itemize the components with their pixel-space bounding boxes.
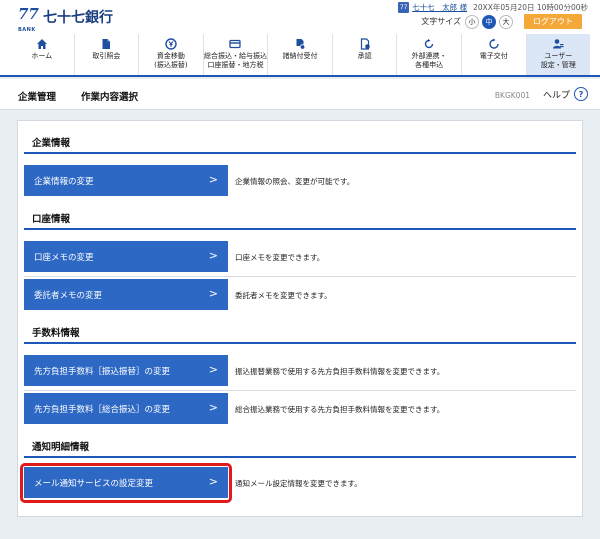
nav-transfer[interactable]: 資金移動 (振込振替) xyxy=(139,34,204,75)
action-description: 振込振替業務で使用する先方負担手数料情報を変更できます。 xyxy=(235,367,445,376)
font-size-small-button[interactable]: 小 xyxy=(465,14,479,29)
logout-button[interactable]: ログアウト xyxy=(524,14,582,29)
row-divider xyxy=(24,390,576,391)
top-header: 77 BANK 七十七銀行 77 七十七 太郎 様 20XX年05月20日 10… xyxy=(0,0,600,34)
help-link[interactable]: ヘルプ ? xyxy=(543,87,588,101)
change-company-info-button[interactable]: 企業情報の変更 > xyxy=(24,165,228,196)
help-label: ヘルプ xyxy=(542,90,570,101)
font-size-large-button[interactable]: 大 xyxy=(499,14,513,29)
card-icon xyxy=(228,37,242,50)
user-icon: 77 xyxy=(398,2,410,13)
section-title-fees: 手数料情報 xyxy=(32,328,80,339)
screen-id: BKGK001 xyxy=(494,91,530,100)
nav-payment[interactable]: 諸納付受付 xyxy=(268,34,333,75)
bank-name: 七十七銀行 xyxy=(43,10,113,26)
font-size-label: 文字サイズ xyxy=(421,17,461,26)
global-nav: ホーム 取引照会 資金移動 (振込振替) 総合振込・給与振込 口座振替・地方税 … xyxy=(0,34,600,77)
chevron-right-icon: > xyxy=(208,173,218,186)
approval-icon xyxy=(358,37,372,50)
user-info: 77 七十七 太郎 様 20XX年05月20日 10時00分00秒 xyxy=(398,2,588,13)
user-settings-icon xyxy=(551,37,565,50)
nav-external[interactable]: 外部連携・ 各種申込 xyxy=(397,34,462,75)
section-rule xyxy=(24,342,576,344)
nav-home[interactable]: ホーム xyxy=(10,34,75,75)
chevron-right-icon: > xyxy=(208,249,218,262)
section-title-company: 企業情報 xyxy=(32,138,71,149)
home-icon xyxy=(35,37,49,50)
action-description: 総合振込業務で使用する先方負担手数料情報を変更できます。 xyxy=(235,405,445,414)
change-consignor-memo-button[interactable]: 委託者メモの変更 > xyxy=(24,279,228,310)
nav-e-delivery[interactable]: 電子交付 xyxy=(462,34,527,75)
page-title: 作業内容選択 xyxy=(81,92,139,103)
row-divider xyxy=(24,276,576,277)
link-icon xyxy=(422,37,436,50)
change-account-memo-button[interactable]: 口座メモの変更 > xyxy=(24,241,228,272)
action-description: 口座メモを変更できます。 xyxy=(235,253,325,262)
highlight-frame xyxy=(20,463,232,503)
chevron-right-icon: > xyxy=(208,401,218,414)
refresh-icon xyxy=(487,37,501,50)
chevron-right-icon: > xyxy=(208,287,218,300)
font-size-control: 文字サイズ 小 中 大 ログアウト xyxy=(421,14,582,29)
action-description: 委託者メモを変更できます。 xyxy=(235,291,332,300)
page-title-bar: 企業管理 作業内容選択 BKGK001 ヘルプ ? xyxy=(0,79,600,110)
nav-user-settings[interactable]: ユーザー 設定・管理 xyxy=(526,34,591,75)
change-fee-transfer-button[interactable]: 先方負担手数料［振込振替］の変更 > xyxy=(24,355,228,386)
logo-mark: 77 BANK xyxy=(18,5,39,34)
section-title-notification: 通知明細情報 xyxy=(32,442,90,453)
help-icon: ? xyxy=(574,87,588,101)
bank-logo[interactable]: 77 BANK 七十七銀行 xyxy=(18,5,113,34)
action-description: 通知メール設定情報を変更できます。 xyxy=(235,479,362,488)
yen-transfer-icon xyxy=(164,37,178,50)
font-size-medium-button[interactable]: 中 xyxy=(482,14,496,29)
nav-approval[interactable]: 承認 xyxy=(333,34,398,75)
change-fee-bulk-transfer-button[interactable]: 先方負担手数料［総合振込］の変更 > xyxy=(24,393,228,424)
last-login-time: 20XX年05月20日 10時00分00秒 xyxy=(473,3,588,12)
nav-inquiry[interactable]: 取引照会 xyxy=(75,34,140,75)
nav-bulk-transfer[interactable]: 総合振込・給与振込 口座振替・地方税 xyxy=(204,34,269,75)
section-rule xyxy=(24,228,576,230)
action-description: 企業情報の照会、変更が可能です。 xyxy=(235,177,355,186)
breadcrumb-category: 企業管理 xyxy=(18,92,57,103)
user-name-link[interactable]: 七十七 太郎 様 xyxy=(412,2,467,13)
section-rule xyxy=(24,152,576,154)
document-icon xyxy=(99,37,113,50)
payment-icon xyxy=(293,37,307,50)
section-title-account: 口座情報 xyxy=(32,214,71,225)
section-rule xyxy=(24,456,576,458)
main-panel: 企業情報 企業情報の変更 > 企業情報の照会、変更が可能です。 口座情報 口座メ… xyxy=(17,120,583,517)
chevron-right-icon: > xyxy=(208,363,218,376)
